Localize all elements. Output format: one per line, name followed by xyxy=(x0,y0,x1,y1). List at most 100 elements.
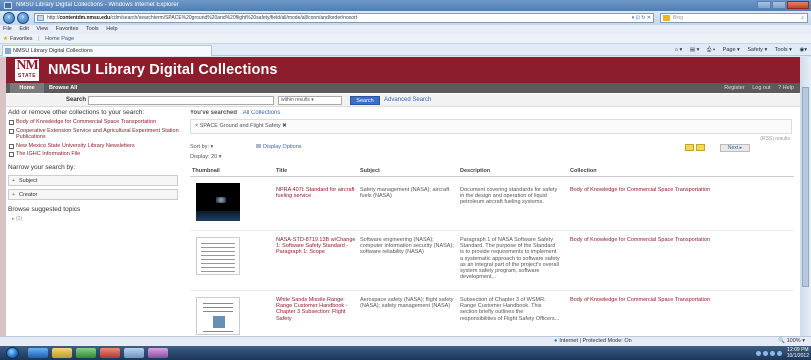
refresh-stop-icons[interactable]: ▾ ⊡ ↻ ✕ xyxy=(632,14,651,22)
search-scope-select[interactable]: within results ▾ xyxy=(278,96,342,105)
grid-view-icon[interactable] xyxy=(685,144,694,151)
scrollbar-thumb[interactable] xyxy=(802,87,809,287)
taskbar-ie-icon[interactable] xyxy=(28,348,48,358)
tab-bar: NMSU Library Digital Collections ⌂ ▾ ▤ ▾… xyxy=(0,44,811,56)
forward-button[interactable]: › xyxy=(17,12,29,24)
sort-by-select[interactable]: Sort by: ▾ xyxy=(190,142,213,153)
menu-view[interactable]: View xyxy=(36,26,48,32)
result-title-link[interactable]: White Sands Missile Range: Range Custome… xyxy=(276,297,348,322)
nav-home[interactable]: Home xyxy=(10,83,44,93)
address-bar[interactable]: http://contentdm.nmsu.edu/cdm/search/sea… xyxy=(34,13,654,23)
result-description: Document covering standards for safety i… xyxy=(460,187,558,206)
active-tab[interactable]: NMSU Library Digital Collections xyxy=(2,45,212,56)
table-row[interactable]: NPRA 407l: Standard for aircraft fueling… xyxy=(190,177,794,231)
favorites-button[interactable]: Favorites xyxy=(10,36,33,42)
facet-subject[interactable]: Subject xyxy=(8,174,178,186)
menu-edit[interactable]: Edit xyxy=(19,26,28,32)
search-icon[interactable]: ⌕ xyxy=(801,14,804,22)
network-icon[interactable] xyxy=(769,350,775,356)
menu-help[interactable]: Help xyxy=(106,26,117,32)
nav-logout[interactable]: Log out xyxy=(752,85,770,91)
menu-bar: File Edit View Favorites Tools Help xyxy=(0,25,811,34)
checkbox[interactable] xyxy=(9,128,14,134)
document-thumbnail[interactable] xyxy=(196,297,240,335)
searched-summary: You've searched All Collections xyxy=(190,109,794,117)
taskbar-app-icon[interactable] xyxy=(148,348,168,358)
vertical-scrollbar[interactable] xyxy=(800,57,811,340)
col-collection[interactable]: Collection xyxy=(560,167,760,176)
volume-icon[interactable] xyxy=(776,350,782,356)
tray-icon[interactable] xyxy=(762,350,768,356)
help-icon[interactable]: ◉▾ xyxy=(799,47,807,53)
col-description[interactable]: Description xyxy=(456,167,560,176)
col-subject[interactable]: Subject xyxy=(356,167,456,176)
tray-icon[interactable] xyxy=(755,350,761,356)
list-view-icon[interactable] xyxy=(696,144,705,151)
collection-checkbox-item[interactable]: New Mexico State University Library News… xyxy=(8,143,184,150)
taskbar-clock[interactable]: 12:09 PM 10/1/2012 xyxy=(787,347,809,359)
browse-topics-more[interactable]: ▸ (0) xyxy=(8,216,184,222)
space-thumbnail[interactable] xyxy=(196,183,240,221)
window-title: NMSU Library Digital Collections - Windo… xyxy=(16,2,179,8)
nav-browse-all[interactable]: Browse All xyxy=(49,83,77,93)
table-row[interactable]: NASA-STD-8719.13B w/Change 1: Software S… xyxy=(190,231,794,291)
print-icon[interactable]: ⎙ ▾ xyxy=(707,47,715,53)
menu-tools[interactable]: Tools xyxy=(86,26,99,32)
taskbar-app-icon[interactable] xyxy=(100,348,120,358)
nmsu-logo[interactable]: NM STATE xyxy=(15,59,39,81)
display-count-select[interactable]: Display: 20 ▾ xyxy=(190,154,222,160)
minimize-button[interactable] xyxy=(757,1,771,9)
feeds-icon[interactable]: ▤ ▾ xyxy=(690,47,700,53)
taskbar-folder-icon[interactable] xyxy=(52,348,72,358)
result-collection-link[interactable]: Body of Knowledge for Commercial Space T… xyxy=(570,297,710,303)
result-description: Subsection of Chapter 3 of WSMR: Range C… xyxy=(460,297,560,322)
result-collection-link[interactable]: Body of Knowledge for Commercial Space T… xyxy=(570,237,710,243)
collection-checkbox-item[interactable]: Cooperative Extension Service and Agricu… xyxy=(8,128,184,141)
advanced-search-link[interactable]: Advanced Search xyxy=(384,94,431,107)
document-thumbnail[interactable] xyxy=(196,237,240,275)
browser-search-box[interactable]: Bing ⌕ xyxy=(660,13,808,23)
back-button[interactable]: ‹ xyxy=(3,12,15,24)
menu-file[interactable]: File xyxy=(3,26,12,32)
security-zone: Internet | Protected Mode: On xyxy=(554,337,631,346)
zoom-level[interactable]: 🔍 100% ▾ xyxy=(778,337,805,346)
tab-page-icon xyxy=(5,48,11,54)
collection-label: Cooperative Extension Service and Agricu… xyxy=(16,127,179,141)
result-title-link[interactable]: NASA-STD-8719.13B w/Change 1: Software S… xyxy=(276,237,355,255)
collection-label: The IGHC Information File xyxy=(16,151,81,157)
site-search-button[interactable]: Search xyxy=(350,96,380,105)
close-window-button[interactable] xyxy=(787,1,809,9)
menu-favorites[interactable]: Favorites xyxy=(56,26,79,32)
col-thumbnail[interactable]: Thumbnail xyxy=(190,167,276,176)
result-title-link[interactable]: NPRA 407l: Standard for aircraft fueling… xyxy=(276,187,355,199)
pager-next[interactable]: Next ▸ xyxy=(720,144,750,152)
taskbar-media-icon[interactable] xyxy=(76,348,96,358)
safety-menu[interactable]: Safety ▾ xyxy=(747,47,767,53)
display-options-link[interactable]: Display Options xyxy=(256,142,302,153)
facet-creator[interactable]: Creator xyxy=(8,188,178,200)
page-menu[interactable]: Page ▾ xyxy=(723,47,740,53)
nav-help[interactable]: ? Help xyxy=(778,85,794,91)
start-button[interactable] xyxy=(6,347,19,359)
window-controls xyxy=(757,1,809,10)
system-tray: 12:09 PM 10/1/2012 xyxy=(755,347,809,359)
home-icon[interactable]: ⌂ ▾ xyxy=(675,47,683,53)
favorites-home-page[interactable]: Home Page xyxy=(45,36,74,42)
nav-register[interactable]: Register xyxy=(724,85,744,91)
url-prefix: http:// xyxy=(47,15,60,21)
col-title[interactable]: Title xyxy=(276,167,356,176)
checkbox[interactable] xyxy=(9,143,14,149)
logo-text: NM xyxy=(16,58,38,73)
result-collection-link[interactable]: Body of Knowledge for Commercial Space T… xyxy=(570,187,710,193)
searched-collections-link[interactable]: All Collections xyxy=(243,110,281,116)
thumbnail-cell xyxy=(190,177,276,230)
collection-checkbox-item[interactable]: The IGHC Information File xyxy=(8,151,184,158)
search-term-chip[interactable]: × SPACE Ground and Flight Safety ✖ xyxy=(195,123,287,129)
checkbox[interactable] xyxy=(9,120,14,125)
taskbar-browser-window[interactable] xyxy=(124,348,144,358)
tools-menu[interactable]: Tools ▾ xyxy=(775,47,792,53)
checkbox[interactable] xyxy=(9,152,14,157)
site-search-input[interactable] xyxy=(88,96,274,105)
maximize-button[interactable] xyxy=(772,1,786,9)
collection-checkbox-item[interactable]: Body of Knowledge for Commercial Space T… xyxy=(8,119,184,126)
